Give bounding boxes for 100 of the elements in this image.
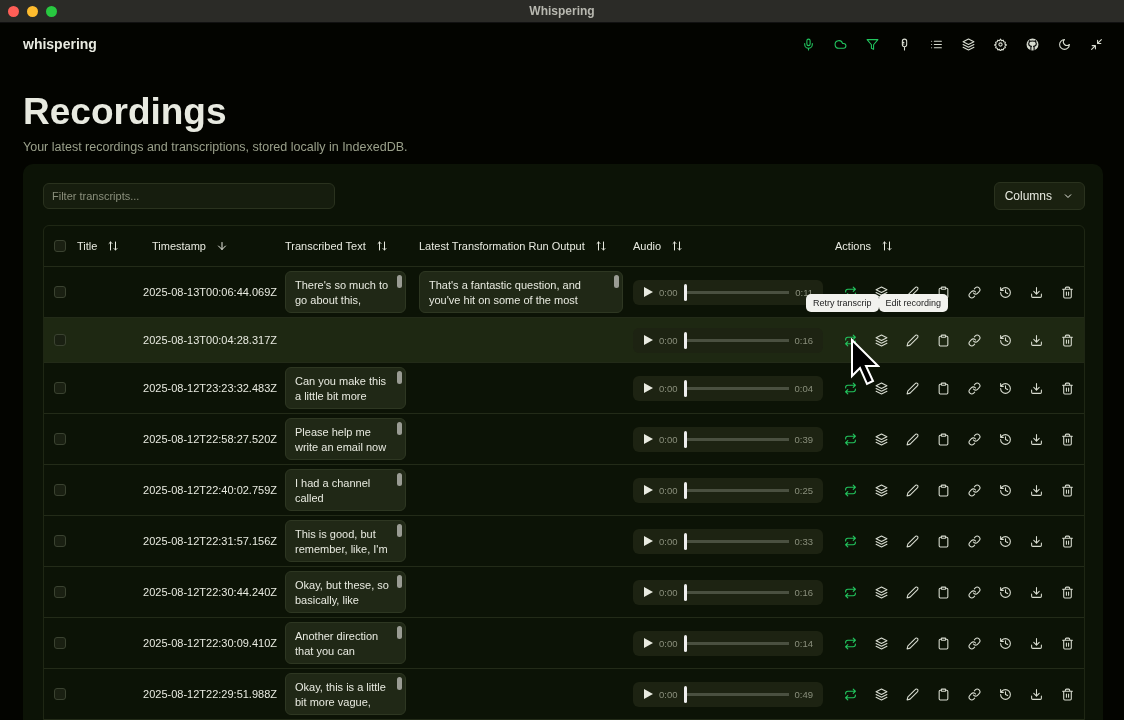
table-row[interactable]: 2025-08-12T22:30:09.410Z Another direction that you can 0:00 0:14 [44, 618, 1084, 669]
duration: 0:14 [794, 637, 813, 649]
app-name: whispering [23, 36, 97, 52]
window-control[interactable] [46, 6, 57, 17]
play-icon [643, 638, 653, 648]
slider-thumb[interactable] [683, 430, 687, 448]
timestamp-cell-text: 2025-08-12T22:30:44.240Z [142, 586, 278, 598]
duration: 0:16 [794, 586, 813, 598]
column-header[interactable]: Timestamp [152, 240, 206, 252]
duration: 0:04 [794, 382, 813, 394]
select-all-checkbox[interactable] [54, 240, 66, 252]
play-icon [643, 434, 653, 444]
timestamp-cell-text: 2025-08-13T00:06:44.069Z [142, 286, 278, 298]
slider-thumb[interactable] [683, 283, 687, 301]
transcript-textbox[interactable]: Please help me write an email now [285, 418, 406, 460]
row-checkbox[interactable] [54, 637, 66, 649]
column-header[interactable]: Title [77, 240, 98, 252]
table-row[interactable]: 2025-08-12T22:40:02.759Z I had a channel called 0:00 0:25 [44, 465, 1084, 516]
scrollbar-thumb[interactable] [397, 473, 402, 486]
play-icon [643, 287, 653, 297]
column-header[interactable]: Audio [633, 240, 662, 252]
play-button[interactable] [643, 689, 653, 699]
timestamp-cell-text: 2025-08-12T22:40:02.759Z [142, 484, 278, 496]
page-title: Recordings [23, 93, 228, 130]
output-textbox[interactable]: That's a fantastic question, and you've hit on some of the most [419, 271, 623, 313]
play-button[interactable] [643, 485, 653, 495]
scrollbar-thumb[interactable] [397, 275, 402, 288]
play-button[interactable] [643, 434, 653, 444]
play-button[interactable] [643, 383, 653, 393]
tooltip: Edit recording [878, 294, 949, 312]
scrollbar-thumb[interactable] [397, 524, 402, 537]
timestamp-cell-text: 2025-08-12T22:30:09.410Z [142, 637, 278, 649]
column-header[interactable]: Actions [835, 240, 872, 252]
transcript-textbox[interactable]: There's so much to go about this, [285, 271, 406, 313]
table-row[interactable]: 2025-08-12T22:58:27.520Z Please help me write an email now 0:00 0:39 [44, 414, 1084, 465]
window-title: Whispering [529, 4, 595, 18]
row-checkbox[interactable] [54, 586, 66, 598]
columns-button[interactable]: Columns [993, 182, 1085, 210]
timestamp-cell-text: 2025-08-12T22:29:51.988Z [142, 688, 278, 700]
play-button[interactable] [643, 287, 653, 297]
sort-icon [671, 240, 684, 252]
row-checkbox[interactable] [54, 433, 66, 445]
slider-thumb[interactable] [683, 685, 687, 703]
row-checkbox[interactable] [54, 334, 66, 346]
sort-icon [375, 240, 388, 252]
transcript-textbox[interactable]: Okay, this is a little bit more vague, [285, 673, 406, 715]
column-header[interactable]: Transcribed Text [285, 240, 366, 252]
current-time: 0:00 [659, 286, 678, 298]
slider-thumb[interactable] [683, 634, 687, 652]
scrollbar-thumb[interactable] [397, 626, 402, 639]
current-time: 0:00 [659, 586, 678, 598]
row-checkbox[interactable] [54, 535, 66, 547]
duration: 0:16 [794, 334, 813, 346]
current-time: 0:00 [659, 688, 678, 700]
row-checkbox[interactable] [54, 382, 66, 394]
table-row[interactable]: 2025-08-12T23:23:32.483Z Can you make this a little bit more 0:00 0:04 [44, 363, 1084, 414]
slider-thumb[interactable] [683, 331, 687, 349]
transcript-textbox[interactable]: Another direction that you can [285, 622, 406, 664]
slider-thumb[interactable] [683, 379, 687, 397]
play-button[interactable] [643, 587, 653, 597]
slider-thumb[interactable] [683, 481, 687, 499]
play-button[interactable] [643, 638, 653, 648]
row-checkbox[interactable] [54, 286, 66, 298]
timestamp-cell-text: 2025-08-13T00:04:28.317Z [142, 334, 278, 346]
slider-thumb[interactable] [683, 532, 687, 550]
page-subtitle: Your latest recordings and transcriptions, stored locally in IndexedDB. [23, 140, 409, 154]
current-time: 0:00 [659, 433, 678, 445]
filter-field[interactable]: Filter transcripts... [43, 183, 335, 209]
table-row[interactable]: 2025-08-12T22:29:51.988Z Okay, this is a little bit more vague, 0:00 0:49 [44, 669, 1084, 720]
duration: 0:49 [794, 688, 813, 700]
timestamp-cell-text: 2025-08-12T22:31:57.156Z [142, 535, 278, 547]
sort-icon [881, 240, 894, 252]
sort-icon [594, 240, 607, 252]
scrollbar-thumb[interactable] [397, 575, 402, 588]
current-time: 0:00 [659, 535, 678, 547]
slider-thumb[interactable] [683, 583, 687, 601]
play-icon [643, 485, 653, 495]
window-control[interactable] [8, 6, 19, 17]
play-button[interactable] [643, 536, 653, 546]
transcript-textbox[interactable]: I had a channel called [285, 469, 406, 511]
scrollbar-thumb[interactable] [397, 371, 402, 384]
play-icon [643, 689, 653, 699]
transcript-textbox[interactable]: Can you make this a little bit more [285, 367, 406, 409]
duration: 0:33 [794, 535, 813, 547]
table-row[interactable]: 2025-08-12T22:30:44.240Z Okay, but these, so basically, like 0:00 0:16 [44, 567, 1084, 618]
play-icon [643, 383, 653, 393]
transcript-textbox[interactable]: This is good, but remember, like, I'm [285, 520, 406, 562]
window-control[interactable] [27, 6, 38, 17]
table-row[interactable]: 2025-08-12T22:31:57.156Z This is good, but remember, like, I'm 0:00 0:33 [44, 516, 1084, 567]
row-checkbox[interactable] [54, 484, 66, 496]
scrollbar-thumb[interactable] [397, 677, 402, 690]
current-time: 0:00 [659, 637, 678, 649]
duration: 0:39 [794, 433, 813, 445]
transcript-textbox[interactable]: Okay, but these, so basically, like [285, 571, 406, 613]
play-button[interactable] [643, 335, 653, 345]
column-header[interactable]: Latest Transformation Run Output [419, 240, 585, 252]
row-checkbox[interactable] [54, 688, 66, 700]
scrollbar-thumb[interactable] [397, 422, 402, 435]
table-row[interactable]: 2025-08-13T00:04:28.317Z 0:00 0:16 [44, 318, 1084, 363]
scrollbar-thumb[interactable] [614, 275, 619, 288]
